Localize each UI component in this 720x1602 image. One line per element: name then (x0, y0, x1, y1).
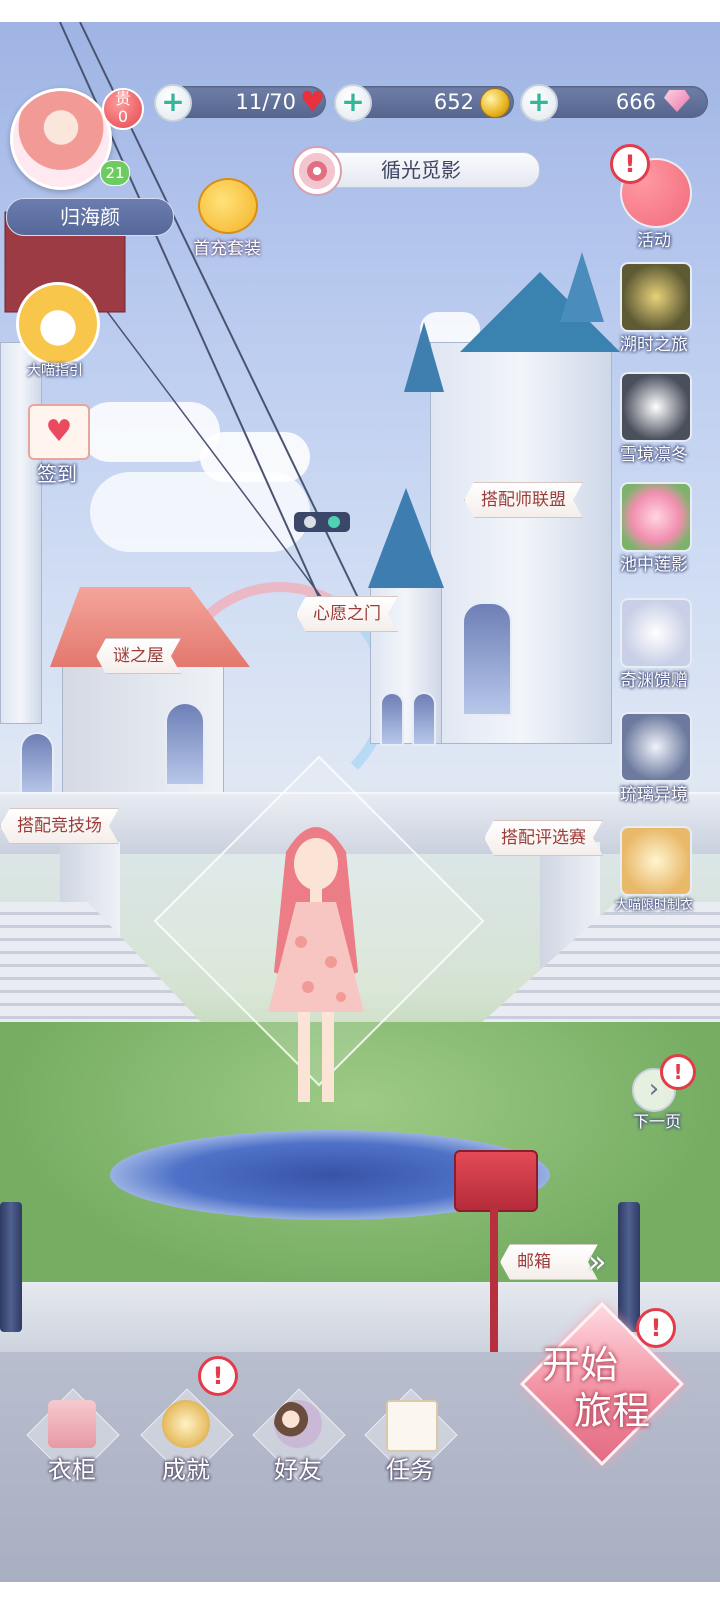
alert-icon: ! (610, 144, 650, 184)
snow-winter-icon (620, 372, 692, 442)
nav-label: 任务 (386, 1456, 434, 1484)
vip-label: 贵 (114, 89, 131, 108)
castle-window (380, 692, 404, 746)
castle-window (412, 692, 436, 746)
level-badge: 21 (100, 160, 130, 186)
alert-icon: ! (198, 1356, 238, 1396)
guide-button[interactable]: 大喵指引 (10, 280, 100, 380)
left-tower (0, 342, 42, 724)
sign-mailbox[interactable]: 邮箱 (500, 1244, 598, 1280)
pearl-shell-icon (620, 598, 692, 668)
nav-friends[interactable]: 好友 (248, 1388, 348, 1492)
vip-level: 0 (117, 107, 129, 126)
right-menu-label: 溯时之旅 (620, 335, 688, 355)
nav-achievements[interactable]: 成就 (136, 1388, 236, 1492)
right-menu-item[interactable]: 琉璃异境 (612, 712, 696, 812)
cat-tailor-icon (620, 826, 692, 896)
castle-tower (430, 342, 612, 744)
guide-label: 大喵指引 (27, 363, 83, 379)
right-menu-label: 琉璃异境 (620, 785, 688, 805)
heart-icon: ♥ (300, 85, 326, 118)
nav-label: 成就 (162, 1456, 210, 1484)
checkin-button[interactable]: ♥ 签到 (24, 404, 92, 486)
right-menu-label: 池中莲影 (620, 555, 688, 575)
right-menu-item[interactable]: 池中莲影 (612, 482, 696, 582)
castle-window (462, 602, 512, 716)
nav-wardrobe[interactable]: 衣柜 (22, 1388, 122, 1492)
right-menu-item[interactable]: 雪境凛冬 (612, 372, 696, 472)
start-line2: 旅程 (574, 1389, 651, 1433)
sign-mystery-house[interactable]: 谜之屋 (96, 638, 181, 674)
house-window (20, 732, 54, 796)
sign-wish-gate[interactable]: 心愿之门 (296, 596, 398, 632)
lotus-icon (620, 482, 692, 552)
diamond-value: 666 (615, 90, 656, 114)
alert-icon: ! (636, 1308, 676, 1348)
nav-label: 好友 (274, 1456, 322, 1484)
sign-stylist-alliance[interactable]: 搭配师联盟 (464, 482, 583, 518)
lamp-post (0, 1202, 22, 1332)
medal-icon (162, 1400, 210, 1448)
right-menu-item[interactable]: 大喵限时制衣 (612, 826, 696, 926)
mailbox-pole (490, 1208, 498, 1352)
castle-roof (560, 252, 604, 322)
first-recharge-label: 首充套装 (193, 239, 261, 259)
task-checklist-icon (386, 1400, 438, 1452)
time-journey-icon (620, 262, 692, 332)
house-window (165, 702, 205, 786)
right-menu-label: 大喵限时制衣 (614, 898, 693, 913)
calendar-heart-icon: ♥ (28, 404, 90, 460)
alert-icon: ! (660, 1054, 696, 1090)
player-name[interactable]: 归海颜 (6, 198, 174, 236)
right-menu-item[interactable]: 溯时之旅 (612, 262, 696, 362)
right-menu-label: 奇渊馈赠 (620, 671, 688, 691)
cat-guide-icon (16, 282, 100, 366)
glass-realm-icon (620, 712, 692, 782)
right-menu-label: 雪境凛冬 (620, 445, 688, 465)
stamina-value: 11/70 (235, 90, 296, 114)
player-avatar[interactable] (10, 88, 112, 190)
nav-tasks[interactable]: 任务 (360, 1388, 460, 1492)
double-chevron-icon: » (588, 1245, 607, 1280)
add-stamina-button[interactable]: + (154, 84, 192, 122)
player-character (268, 827, 364, 1102)
castle-roof (404, 322, 444, 392)
nav-label: 衣柜 (48, 1456, 96, 1484)
vip-badge[interactable]: 贵 0 (102, 88, 144, 130)
sign-contest[interactable]: 搭配评选赛 (484, 820, 603, 856)
add-coins-button[interactable]: + (334, 84, 372, 122)
wardrobe-icon (48, 1400, 96, 1448)
castle-roof (368, 488, 444, 588)
add-diamonds-button[interactable]: + (520, 84, 558, 122)
next-page-label: 下一页 (632, 1112, 681, 1131)
coin-value: 652 (433, 90, 474, 114)
first-recharge-button[interactable]: 首充套装 (182, 172, 272, 262)
right-menu-label: 活动 (637, 231, 671, 251)
friends-icon (274, 1400, 322, 1448)
music-record-icon[interactable] (292, 146, 342, 196)
checkin-label: 签到 (37, 462, 77, 486)
coin-icon (480, 88, 510, 118)
pig-icon (198, 178, 258, 234)
right-menu-item[interactable]: 奇渊馈赠 (612, 598, 696, 698)
sign-arena[interactable]: 搭配竞技场 (0, 808, 119, 844)
mailbox-object[interactable] (454, 1150, 538, 1212)
